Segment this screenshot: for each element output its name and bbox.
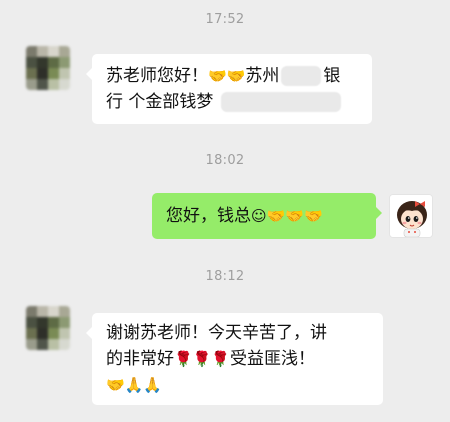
contact-avatar[interactable] — [26, 46, 70, 90]
emoji-sequence: ☺🤝🤝🤝 — [251, 207, 323, 225]
contact-avatar[interactable] — [26, 306, 70, 350]
message-text: 银 — [323, 66, 341, 86]
user-avatar[interactable] — [389, 194, 433, 238]
timestamp: 18:12 — [205, 269, 245, 284]
message-bubble-sent[interactable]: 您好，钱总☺🤝🤝🤝 — [152, 193, 382, 239]
message-text: 受益匪浅！ — [230, 349, 316, 369]
handshake-emoji: 🤝🤝 — [208, 67, 246, 85]
message-bubble[interactable]: 谢谢苏老师！今天辛苦了，讲 的非常好🌹🌹🌹受益匪浅！ 🤝🙏🙏 — [86, 313, 383, 405]
message-line: 谢谢苏老师！今天辛苦了，讲 — [106, 320, 369, 346]
message-text: 您好，钱总 — [166, 206, 251, 226]
chat-window: 17:52 苏老师您好！🤝🤝苏州 银 行 个金部钱梦 18:02 您好，钱总☺🤝🤝… — [0, 0, 450, 422]
message-text: 苏老师您好！ — [106, 66, 208, 86]
message-bubble[interactable]: 苏老师您好！🤝🤝苏州 银 行 个金部钱梦 — [86, 54, 372, 124]
redacted-text — [281, 66, 322, 86]
message-line: 🤝🙏🙏 — [106, 372, 369, 398]
message-text: 行 个金部钱梦 — [106, 92, 214, 112]
handshake-pray-emoji: 🤝🙏🙏 — [106, 376, 163, 394]
rose-emoji: 🌹🌹🌹 — [174, 350, 231, 368]
timestamp: 18:02 — [205, 153, 245, 168]
cartoon-girl-icon — [390, 195, 432, 237]
message-text: 的非常好 — [106, 349, 174, 369]
timestamp: 17:52 — [205, 12, 245, 27]
message-line: 的非常好🌹🌹🌹受益匪浅！ — [106, 346, 369, 372]
message-line: 行 个金部钱梦 — [106, 89, 358, 115]
message-text: 谢谢苏老师！今天辛苦了，讲 — [106, 323, 327, 343]
message-line: 苏老师您好！🤝🤝苏州 银 — [106, 63, 358, 89]
message-text: 苏州 — [245, 66, 280, 86]
redacted-text — [221, 92, 342, 112]
message-line: 您好，钱总☺🤝🤝🤝 — [166, 203, 362, 229]
